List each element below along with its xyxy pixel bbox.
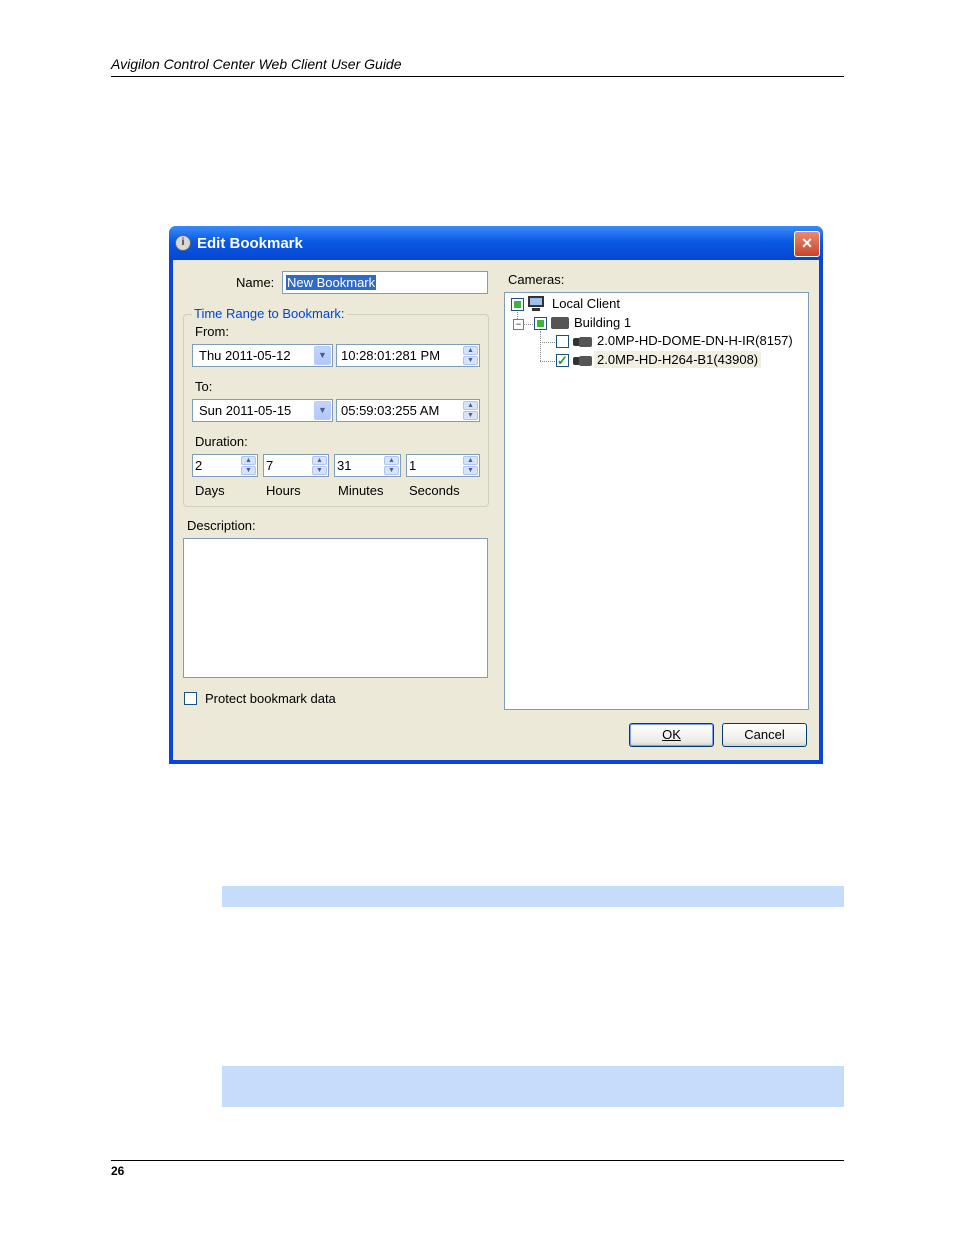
description-textarea[interactable] <box>183 538 488 678</box>
tree-site-label[interactable]: Building 1 <box>574 315 631 330</box>
minutes-spin-buttons[interactable]: ▲ ▼ <box>384 456 399 476</box>
spin-down-icon[interactable]: ▼ <box>463 356 478 365</box>
spin-up-icon[interactable]: ▲ <box>384 456 399 465</box>
page-header-title: Avigilon Control Center Web Client User … <box>111 56 402 72</box>
chevron-down-icon[interactable]: ▼ <box>314 346 331 365</box>
from-time-value: 10:28:01:281 PM <box>341 348 441 363</box>
days-spin-buttons[interactable]: ▲ ▼ <box>241 456 256 476</box>
from-time-spin-buttons[interactable]: ▲ ▼ <box>463 346 478 366</box>
to-time-value: 05:59:03:255 AM <box>341 403 440 418</box>
dialog-title: Edit Bookmark <box>197 235 303 252</box>
name-input[interactable]: New Bookmark <box>282 271 488 294</box>
tree-root-label[interactable]: Local Client <box>552 296 620 311</box>
name-label: Name: <box>236 275 275 290</box>
page-number: 26 <box>111 1164 125 1178</box>
hours-spin-buttons[interactable]: ▲ ▼ <box>312 456 327 476</box>
camera-1-checkbox[interactable] <box>556 335 569 348</box>
close-button[interactable]: × <box>794 231 820 257</box>
spin-up-icon[interactable]: ▲ <box>241 456 256 465</box>
close-icon: × <box>801 233 813 253</box>
to-time-spin-buttons[interactable]: ▲ ▼ <box>463 401 478 421</box>
from-date-combo[interactable]: Thu 2011-05-12 ▼ <box>192 344 333 367</box>
cancel-button-label: Cancel <box>744 727 785 742</box>
cameras-tree[interactable]: Local Client − Building 1 2.0MP-HD-DOME-… <box>504 292 809 710</box>
camera-icon <box>573 355 593 366</box>
minutes-spinner[interactable]: 31 ▲ ▼ <box>334 454 401 477</box>
camera-1-label[interactable]: 2.0MP-HD-DOME-DN-H-IR(8157) <box>597 333 793 348</box>
description-label: Description: <box>187 518 256 533</box>
tree-line <box>517 312 518 319</box>
seconds-spinner[interactable]: 1 ▲ ▼ <box>406 454 480 477</box>
spin-down-icon[interactable]: ▼ <box>384 466 399 475</box>
header-rule <box>111 76 844 77</box>
minutes-value: 31 <box>337 458 352 473</box>
duration-label: Duration: <box>195 434 248 449</box>
protect-bookmark-checkbox[interactable] <box>184 692 197 705</box>
name-value: New Bookmark <box>286 275 377 290</box>
dialog-title-bar[interactable]: i Edit Bookmark × <box>169 226 823 260</box>
from-label: From: <box>195 324 229 339</box>
days-label: Days <box>195 483 225 498</box>
chevron-down-icon[interactable]: ▼ <box>314 401 331 420</box>
spin-up-icon[interactable]: ▲ <box>463 456 478 465</box>
spin-down-icon[interactable]: ▼ <box>463 466 478 475</box>
building-checkbox[interactable] <box>534 317 547 330</box>
hours-value: 7 <box>266 458 274 473</box>
spin-up-icon[interactable]: ▲ <box>463 401 478 410</box>
info-icon: i <box>175 235 191 251</box>
from-date-value: Thu 2011-05-12 <box>199 348 291 363</box>
seconds-label: Seconds <box>409 483 460 498</box>
camera-2-checkbox[interactable]: ✓ <box>556 354 569 367</box>
from-time-spinner[interactable]: 10:28:01:281 PM ▲ ▼ <box>336 344 480 367</box>
seconds-spin-buttons[interactable]: ▲ ▼ <box>463 456 478 476</box>
minutes-label: Minutes <box>338 483 384 498</box>
time-range-legend: Time Range to Bookmark: <box>192 306 347 321</box>
spin-down-icon[interactable]: ▼ <box>312 466 327 475</box>
ok-button[interactable]: OK <box>629 723 714 747</box>
cancel-button[interactable]: Cancel <box>722 723 807 747</box>
to-date-value: Sun 2011-05-15 <box>199 403 292 418</box>
spin-up-icon[interactable]: ▲ <box>312 456 327 465</box>
tree-line <box>540 361 555 362</box>
hours-label: Hours <box>266 483 301 498</box>
server-icon <box>551 317 569 329</box>
tree-line <box>523 324 533 325</box>
local-client-checkbox[interactable] <box>511 298 524 311</box>
footer-rule <box>111 1160 844 1161</box>
hours-spinner[interactable]: 7 ▲ ▼ <box>263 454 329 477</box>
days-spinner[interactable]: 2 ▲ ▼ <box>192 454 258 477</box>
camera-2-label[interactable]: 2.0MP-HD-H264-B1(43908) <box>594 351 762 368</box>
checkmark-icon: ✓ <box>557 353 568 368</box>
seconds-value: 1 <box>409 458 417 473</box>
ok-button-label: OK <box>662 727 681 742</box>
tree-line <box>540 331 541 361</box>
to-label: To: <box>195 379 213 394</box>
info-bar <box>222 1066 844 1107</box>
info-bar <box>222 886 844 907</box>
monitor-icon <box>528 296 544 307</box>
protect-bookmark-label: Protect bookmark data <box>205 691 336 706</box>
spin-up-icon[interactable]: ▲ <box>463 346 478 355</box>
cameras-label: Cameras: <box>508 272 565 287</box>
to-time-spinner[interactable]: 05:59:03:255 AM ▲ ▼ <box>336 399 480 422</box>
tree-line <box>540 342 555 343</box>
edit-bookmark-dialog: i Edit Bookmark × Name: New Bookmark Tim… <box>169 226 823 764</box>
spin-down-icon[interactable]: ▼ <box>241 466 256 475</box>
spin-down-icon[interactable]: ▼ <box>463 411 478 420</box>
dialog-body: Name: New Bookmark Time Range to Bookmar… <box>173 260 819 760</box>
days-value: 2 <box>195 458 203 473</box>
to-date-combo[interactable]: Sun 2011-05-15 ▼ <box>192 399 333 422</box>
monitor-stand <box>532 308 540 311</box>
camera-icon <box>573 336 593 347</box>
